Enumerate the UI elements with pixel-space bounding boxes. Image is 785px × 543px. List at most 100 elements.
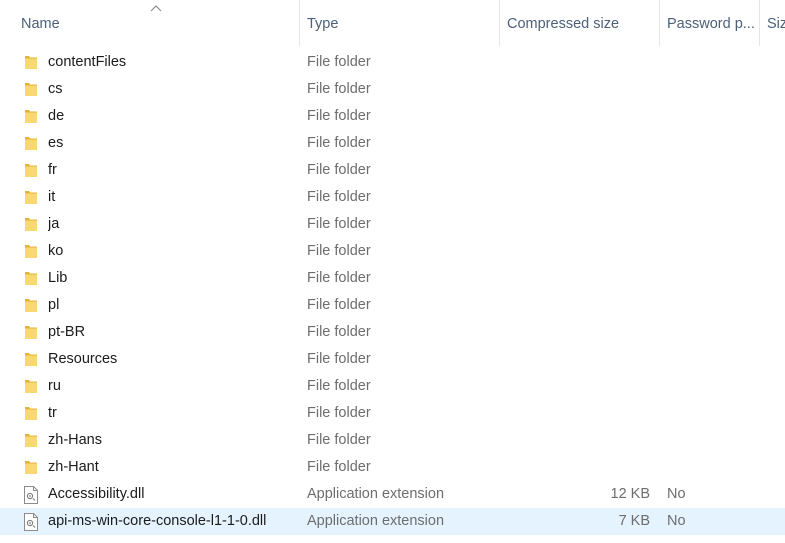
item-type: Application extension	[307, 513, 445, 529]
item-type: File folder	[307, 459, 371, 475]
list-item[interactable]: ru File folder	[0, 373, 785, 400]
item-name: tr	[48, 405, 57, 421]
item-type: File folder	[307, 108, 371, 124]
file-list: contentFiles File folder cs File folder de Fi…	[0, 49, 785, 535]
folder-icon	[24, 271, 42, 287]
folder-icon	[24, 217, 42, 233]
column-header-compressed-size[interactable]: Compressed size	[500, 0, 659, 46]
list-item[interactable]: es File folder	[0, 130, 785, 157]
item-name: es	[48, 135, 64, 151]
folder-icon	[24, 109, 42, 125]
list-item[interactable]: ko File folder	[0, 238, 785, 265]
folder-icon	[24, 352, 42, 368]
item-type: File folder	[307, 432, 371, 448]
folder-icon	[24, 82, 42, 98]
item-name: pl	[48, 297, 60, 313]
item-compressed-size	[500, 157, 650, 184]
dll-file-icon	[24, 486, 42, 504]
item-name: cs	[48, 81, 63, 97]
list-item[interactable]: Lib File folder	[0, 265, 785, 292]
folder-icon	[24, 190, 42, 206]
item-password-protected	[667, 400, 747, 427]
item-type: File folder	[307, 81, 371, 97]
item-compressed-size	[500, 265, 650, 292]
item-type: File folder	[307, 216, 371, 232]
list-item[interactable]: zh-Hans File folder	[0, 427, 785, 454]
list-item[interactable]: tr File folder	[0, 400, 785, 427]
item-compressed-size	[500, 238, 650, 265]
item-password-protected: No	[667, 513, 686, 529]
item-compressed-size	[500, 211, 650, 238]
folder-icon	[24, 406, 42, 422]
list-item[interactable]: pl File folder	[0, 292, 785, 319]
list-item[interactable]: fr File folder	[0, 157, 785, 184]
item-name: zh-Hant	[48, 459, 99, 475]
column-header-type[interactable]: Type	[300, 0, 499, 46]
item-name: ja	[48, 216, 60, 232]
item-name: fr	[48, 162, 57, 178]
item-name: de	[48, 108, 65, 124]
folder-icon	[24, 460, 42, 476]
item-password-protected	[667, 49, 747, 76]
item-type: File folder	[307, 162, 371, 178]
folder-icon	[24, 298, 42, 314]
item-compressed-size	[500, 400, 650, 427]
folder-icon	[24, 55, 42, 71]
item-password-protected	[667, 319, 747, 346]
list-item[interactable]: de File folder	[0, 103, 785, 130]
item-compressed-size	[500, 427, 650, 454]
folder-icon	[24, 136, 42, 152]
list-item[interactable]: ja File folder	[0, 211, 785, 238]
sort-ascending-icon	[150, 5, 162, 12]
item-compressed-size	[500, 184, 650, 211]
list-item[interactable]: api-ms-win-core-console-l1-1-0.dll Applic…	[0, 508, 785, 535]
item-type: File folder	[307, 297, 371, 313]
item-password-protected	[667, 130, 747, 157]
item-compressed-size	[500, 49, 650, 76]
item-name: zh-Hans	[48, 432, 102, 448]
item-compressed-size	[500, 130, 650, 157]
item-type: File folder	[307, 405, 371, 421]
item-password-protected	[667, 427, 747, 454]
item-password-protected	[667, 157, 747, 184]
folder-icon	[24, 433, 42, 449]
item-name: ru	[48, 378, 61, 394]
folder-icon	[24, 163, 42, 179]
item-type: Application extension	[307, 486, 445, 502]
item-type: File folder	[307, 270, 371, 286]
column-header-password[interactable]: Password p...	[660, 0, 759, 46]
column-header-bar: Name Type Compressed size Password p... …	[0, 0, 785, 46]
item-compressed-size: 12 KB	[610, 486, 651, 502]
item-password-protected	[667, 238, 747, 265]
item-name: it	[48, 189, 56, 205]
item-compressed-size: 7 KB	[618, 513, 650, 529]
item-compressed-size	[500, 292, 650, 319]
item-type: File folder	[307, 378, 371, 394]
column-header-size[interactable]: Siz	[760, 0, 785, 46]
item-password-protected: No	[667, 486, 686, 502]
item-password-protected	[667, 211, 747, 238]
item-name: api-ms-win-core-console-l1-1-0.dll	[48, 513, 267, 529]
item-password-protected	[667, 76, 747, 103]
folder-icon	[24, 379, 42, 395]
item-compressed-size	[500, 103, 650, 130]
list-item[interactable]: cs File folder	[0, 76, 785, 103]
list-item[interactable]: it File folder	[0, 184, 785, 211]
item-type: File folder	[307, 324, 371, 340]
item-type: File folder	[307, 351, 371, 367]
list-item[interactable]: Resources File folder	[0, 346, 785, 373]
dll-file-icon	[24, 513, 42, 531]
list-item[interactable]: Accessibility.dll Application extension 12…	[0, 481, 785, 508]
item-compressed-size	[500, 346, 650, 373]
item-type: File folder	[307, 243, 371, 259]
item-password-protected	[667, 103, 747, 130]
list-item[interactable]: zh-Hant File folder	[0, 454, 785, 481]
item-password-protected	[667, 373, 747, 400]
item-name: contentFiles	[48, 54, 127, 70]
item-compressed-size	[500, 319, 650, 346]
list-item[interactable]: contentFiles File folder	[0, 49, 785, 76]
item-password-protected	[667, 454, 747, 481]
list-item[interactable]: pt-BR File folder	[0, 319, 785, 346]
item-password-protected	[667, 292, 747, 319]
item-password-protected	[667, 346, 747, 373]
